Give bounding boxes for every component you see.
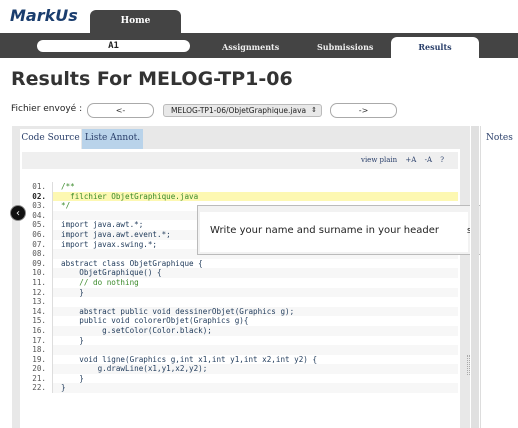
code-line[interactable]: 11. // do nothing — [20, 277, 458, 288]
panel-divider[interactable] — [470, 126, 479, 428]
file-select-value: MELOG-TP1-06/ObjetGraphique.java — [171, 106, 307, 115]
annotation-text: Write your name and surname in your head… — [210, 225, 439, 236]
code-line[interactable]: 01. /** — [20, 182, 458, 192]
code-line[interactable]: 12. } — [20, 287, 458, 298]
line-number: 12. — [20, 287, 53, 298]
line-number: 13. — [20, 297, 53, 307]
line-number: 15. — [20, 316, 53, 326]
file-select[interactable]: MELOG-TP1-06/ObjetGraphique.java ⇕ — [163, 104, 322, 117]
page-title: Results For MELOG-TP1-06 — [11, 68, 293, 90]
code-text — [53, 345, 458, 355]
view-plain-link[interactable]: view plain — [361, 156, 397, 164]
code-text: ObjetGraphique() { — [53, 268, 458, 278]
line-number: 09. — [20, 258, 53, 269]
line-number: 16. — [20, 325, 53, 336]
code-line[interactable]: 20. g.drawLine(x1,y1,x2,y2); — [20, 364, 458, 374]
line-number: 22. — [20, 383, 53, 394]
line-number: 14. — [20, 306, 53, 317]
nav-results[interactable]: Results — [391, 37, 479, 58]
line-number: 08. — [20, 249, 53, 259]
assignment-selector[interactable]: A1 — [37, 40, 190, 52]
code-line[interactable]: 02. filchier ObjetGraphique.java — [20, 191, 458, 202]
collapse-arrow-icon[interactable]: ‹ — [10, 205, 26, 221]
code-text: public void colorerObjet(Graphics g){ — [61, 316, 249, 326]
code-line[interactable]: 17. } — [20, 335, 458, 346]
code-text: abstract public void dessinerObjet(Graph… — [53, 306, 458, 317]
file-label: Fichier envoyé : — [11, 104, 83, 114]
code-text: // do nothing — [61, 277, 139, 287]
code-line[interactable]: 21. } — [20, 373, 458, 384]
line-number: 10. — [20, 268, 53, 278]
code-text: filchier ObjetGraphique.java — [53, 191, 458, 202]
line-number: 21. — [20, 373, 53, 384]
font-decrease-link[interactable]: -A — [425, 156, 432, 164]
code-text: } — [61, 335, 84, 345]
font-increase-link[interactable]: +A — [405, 156, 416, 164]
next-file-button[interactable]: -> — [330, 103, 397, 118]
resize-grip-icon[interactable] — [467, 355, 470, 375]
notes-panel — [480, 126, 518, 428]
code-text: } — [53, 287, 458, 298]
prev-file-button[interactable]: <- — [87, 103, 154, 118]
line-number: 01. — [20, 182, 53, 192]
code-line[interactable]: 14. abstract public void dessinerObjet(G… — [20, 306, 458, 317]
line-number: 17. — [20, 335, 53, 346]
line-number: 19. — [20, 354, 53, 365]
line-number: 02. — [20, 191, 53, 202]
code-line[interactable]: 16. g.setColor(Color.black); — [20, 325, 458, 336]
code-line[interactable]: 18. — [20, 345, 458, 355]
select-arrows-icon: ⇕ — [311, 106, 317, 114]
code-text: } — [53, 383, 458, 394]
code-text: g.drawLine(x1,y1,x2,y2); — [53, 364, 458, 374]
line-number: 05. — [20, 220, 53, 230]
tab-home[interactable]: Home — [90, 10, 181, 34]
line-number: 07. — [20, 239, 53, 250]
code-line[interactable]: 09. abstract class ObjetGraphique { — [20, 258, 458, 269]
code-text: } — [61, 373, 84, 383]
line-number: 11. — [20, 277, 53, 288]
code-line[interactable]: 10. ObjetGraphique() { — [20, 268, 458, 278]
nav-submissions[interactable]: Submissions — [317, 42, 373, 52]
line-number: 20. — [20, 364, 53, 374]
markus-logo[interactable]: MarkUs — [10, 6, 78, 25]
nav-assignments[interactable]: Assignments — [222, 42, 279, 52]
code-text: abstract class ObjetGraphique { — [61, 258, 203, 268]
code-text: g.setColor(Color.black); — [53, 325, 458, 336]
help-link[interactable]: ? — [440, 156, 444, 164]
code-line[interactable]: 19. void ligne(Graphics g,int x1,int y1,… — [20, 354, 458, 365]
code-line[interactable]: 22.} — [20, 383, 458, 394]
tab-code-source[interactable]: Code Source — [20, 129, 81, 149]
code-toolbar: view plain +A -A ? — [22, 152, 458, 169]
notes-label: Notes — [486, 133, 513, 143]
code-text: void ligne(Graphics g,int x1,int y1,int … — [61, 354, 318, 364]
tab-annotation-list[interactable]: Liste Annot. — [82, 129, 143, 149]
line-number: 18. — [20, 345, 53, 355]
code-line[interactable]: 15. public void colorerObjet(Graphics g)… — [20, 316, 458, 326]
line-number: 06. — [20, 229, 53, 240]
code-text: /** — [61, 182, 75, 191]
code-line[interactable]: 13. — [20, 297, 458, 307]
